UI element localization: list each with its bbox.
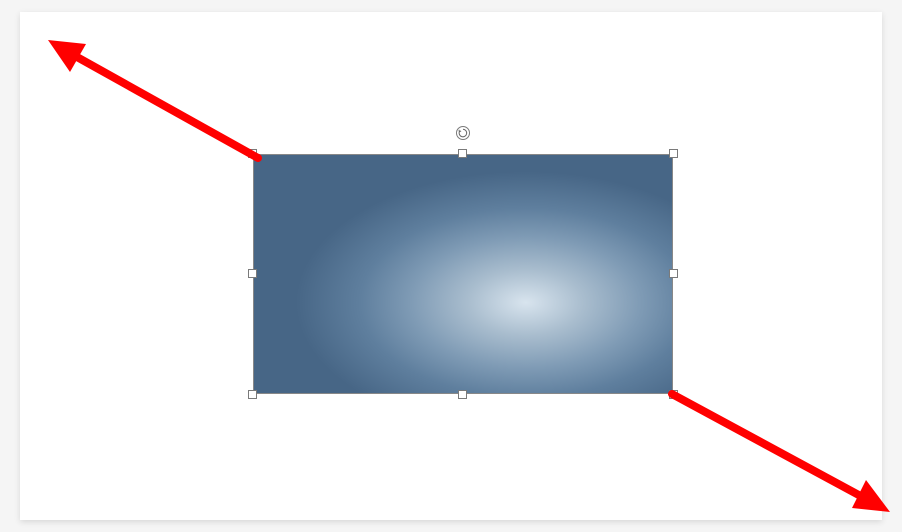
selected-shape-container xyxy=(253,154,673,394)
resize-handle-top-left[interactable] xyxy=(248,149,257,158)
slide-canvas[interactable] xyxy=(20,12,882,520)
resize-handle-top-center[interactable] xyxy=(458,149,467,158)
resize-handle-bottom-right[interactable] xyxy=(669,390,678,399)
resize-handle-top-right[interactable] xyxy=(669,149,678,158)
rotation-handle[interactable] xyxy=(456,126,470,140)
resize-handle-middle-right[interactable] xyxy=(669,269,678,278)
rotate-icon xyxy=(458,128,468,138)
resize-handle-bottom-left[interactable] xyxy=(248,390,257,399)
annotation-arrow-top-left xyxy=(40,30,270,170)
annotation-arrow-bottom-right xyxy=(660,382,900,522)
gradient-rectangle-shape[interactable] xyxy=(253,154,673,394)
resize-handle-bottom-center[interactable] xyxy=(458,390,467,399)
resize-handle-middle-left[interactable] xyxy=(248,269,257,278)
